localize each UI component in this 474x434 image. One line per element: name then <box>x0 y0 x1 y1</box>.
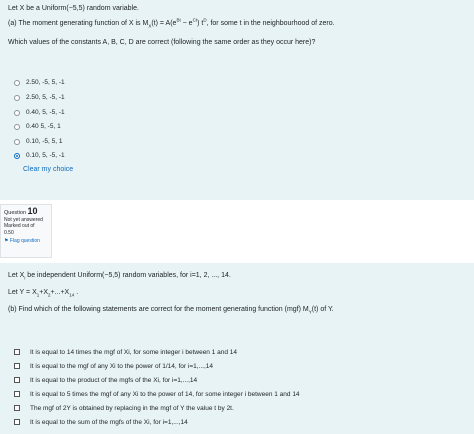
checkbox[interactable] <box>14 377 20 383</box>
statement-label: It is equal to the product of the mgfs o… <box>30 377 198 384</box>
flag-question-link[interactable]: ⚑ Flag question <box>4 238 48 245</box>
question-9-card: Let X be a Uniform(−5,5) random variable… <box>0 0 474 200</box>
part-b-text: (b) Find which of the following statemen… <box>8 306 334 315</box>
clear-choice-link[interactable]: Clear my choice <box>23 166 73 173</box>
checkbox[interactable] <box>14 363 20 369</box>
radio-button[interactable] <box>14 139 20 145</box>
question-intro: Let Xi be independent Uniform(−5,5) rand… <box>8 272 231 281</box>
statement-label: It is equal to 14 times the mgf of Xi, f… <box>30 349 238 356</box>
question-10-card: Let Xi be independent Uniform(−5,5) rand… <box>0 263 474 434</box>
radio-button[interactable] <box>14 80 20 86</box>
checkbox[interactable] <box>14 419 20 425</box>
radio-button[interactable] <box>14 95 20 101</box>
statement-label: It is equal to the mgf of any Xi to the … <box>30 363 214 370</box>
answer-label: 0.40 5, -5, 1 <box>26 123 61 130</box>
statement-label: The mgf of 2Y is obtained by replacing i… <box>30 405 234 412</box>
question-prompt: Which values of the constants A, B, C, D… <box>8 39 316 46</box>
radio-button-selected[interactable] <box>14 153 20 159</box>
checkbox[interactable] <box>14 391 20 397</box>
checkbox[interactable] <box>14 405 20 411</box>
checkbox[interactable] <box>14 349 20 355</box>
answer-label: 2.50, -5, 5, -1 <box>26 79 65 86</box>
question-info-panel: Question 10 Not yet answered Marked out … <box>0 204 52 258</box>
radio-button[interactable] <box>14 124 20 130</box>
statement-label: It is equal to the sum of the mgfs of th… <box>30 419 188 426</box>
answer-label: 2.50, 5, -5, -1 <box>26 94 65 101</box>
question-intro: Let X be a Uniform(−5,5) random variable… <box>8 5 139 12</box>
statement-label: It is equal to 5 times the mgf of any Xi… <box>30 391 300 398</box>
flag-icon: ⚑ <box>4 238 9 244</box>
answer-label: 0.10, -5, 5, 1 <box>26 138 63 145</box>
answer-label: 0.10, 5, -5, -1 <box>26 152 65 159</box>
radio-button[interactable] <box>14 110 20 116</box>
part-a-text: (a) The moment generating function of X … <box>8 17 335 29</box>
question-marks: 0.50 <box>4 229 14 236</box>
answer-label: 0.40, 5, -5, -1 <box>26 109 65 116</box>
question-number: Question 10 <box>4 206 38 217</box>
y-definition: Let Y = X1+X2+...+X14 . <box>8 289 79 298</box>
